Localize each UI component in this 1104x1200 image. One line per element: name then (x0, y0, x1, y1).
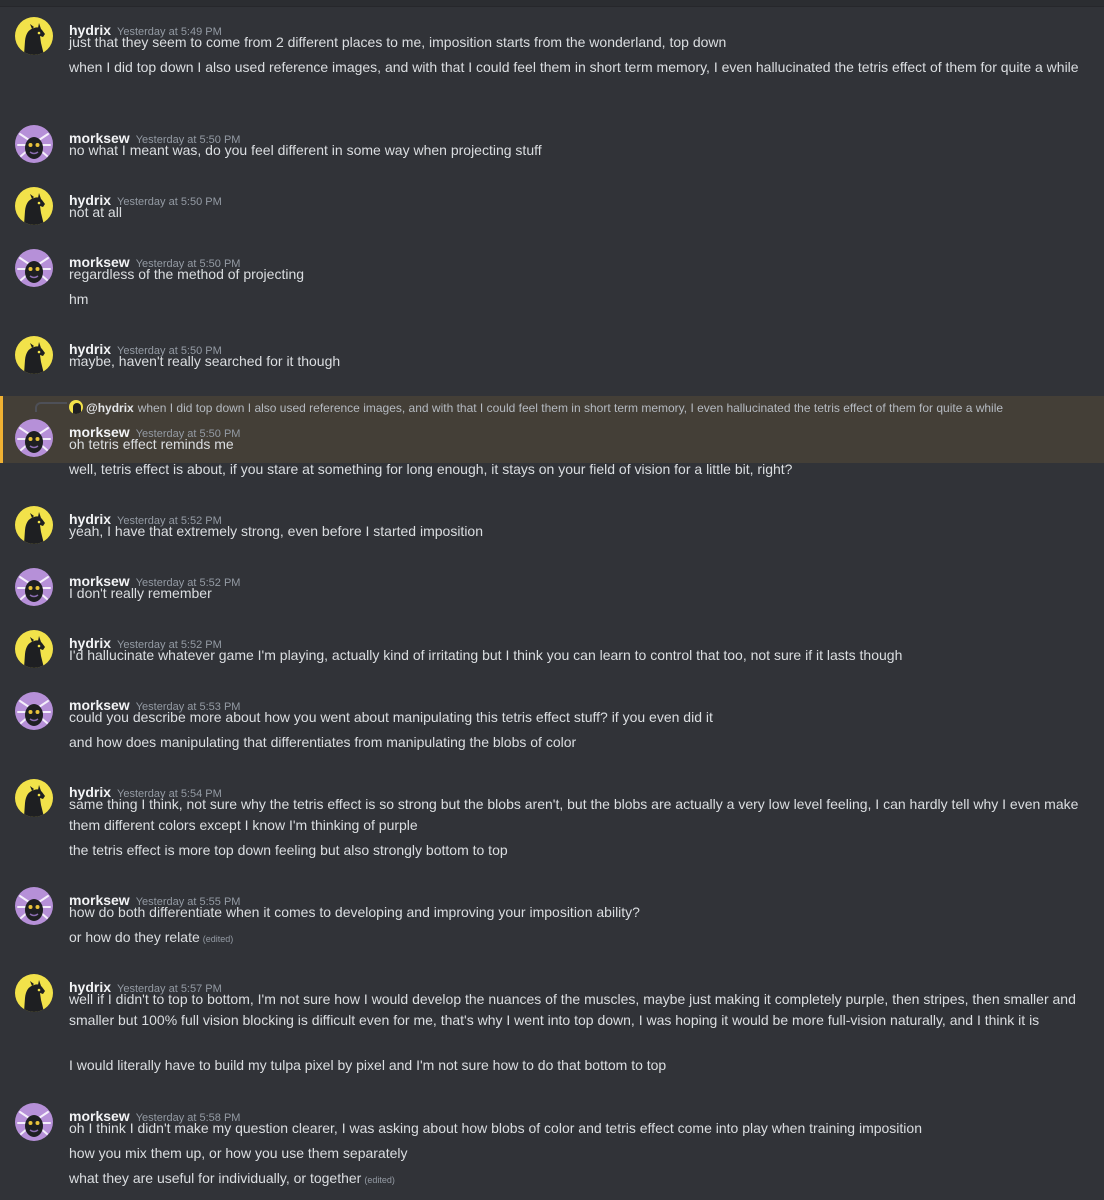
message-text: how do both differentiate when it comes … (69, 904, 640, 920)
morksew-avatar-icon[interactable] (15, 419, 53, 457)
message-text: well, tetris effect is about, if you sta… (69, 461, 793, 477)
message-text: well if I didn't to top to bottom, I'm n… (69, 991, 1076, 1028)
message-content: I don't really remember (69, 583, 1091, 604)
message-text: just that they seem to come from 2 diffe… (69, 34, 727, 50)
reply-text: when I did top down I also used referenc… (137, 401, 1004, 415)
message-content: well, tetris effect is about, if you sta… (69, 459, 1091, 480)
message-content: oh tetris effect reminds me (69, 434, 1091, 455)
message-text: no what I meant was, do you feel differe… (69, 142, 542, 158)
message-content: oh I think I didn't make my question cle… (69, 1118, 1091, 1139)
message-content: what they are useful for individually, o… (69, 1168, 1091, 1191)
message-text: what they are useful for individually, o… (69, 1170, 362, 1186)
message-text: how you mix them up, or how you use them… (69, 1145, 408, 1161)
message-content: maybe, haven't really searched for it th… (69, 351, 1091, 372)
message-text: same thing I think, not sure why the tet… (69, 796, 1079, 833)
message-text: or how do they relate (69, 929, 200, 945)
message-content: hm (69, 289, 1091, 310)
message-content: when I did top down I also used referenc… (69, 57, 1091, 78)
message-text: and how does manipulating that different… (69, 734, 577, 750)
morksew-avatar-icon[interactable] (15, 1103, 53, 1141)
message-text: the tetris effect is more top down feeli… (69, 842, 508, 858)
reply-spine (35, 402, 67, 412)
message-content: yeah, I have that extremely strong, even… (69, 521, 1091, 542)
message-content: or how do they relate (edited) (69, 927, 1091, 950)
message-text: oh I think I didn't make my question cle… (69, 1120, 922, 1136)
morksew-avatar-icon[interactable] (15, 568, 53, 606)
message-content: I'd hallucinate whatever game I'm playin… (69, 645, 1091, 666)
morksew-avatar-icon[interactable] (15, 887, 53, 925)
message-text: maybe, haven't really searched for it th… (69, 353, 341, 369)
message-text: I don't really remember (69, 585, 212, 601)
message-content: no what I meant was, do you feel differe… (69, 140, 1091, 161)
mention-highlight-bar (0, 396, 3, 463)
message-text: regardless of the method of projecting (69, 266, 305, 282)
reply-preview[interactable]: @hydrix when I did top down I also used r… (69, 400, 1003, 416)
message-text: I'd hallucinate whatever game I'm playin… (69, 647, 903, 663)
reply-avatar-icon (69, 400, 83, 414)
reply-mention[interactable]: @hydrix (86, 401, 134, 415)
message-text: yeah, I have that extremely strong, even… (69, 523, 483, 539)
morksew-avatar-icon[interactable] (15, 249, 53, 287)
message-text: hm (69, 291, 89, 307)
edited-label: (edited) (364, 1175, 395, 1185)
hydrix-avatar-icon[interactable] (15, 974, 53, 1012)
message-content: and how does manipulating that different… (69, 732, 1091, 753)
message-text: could you describe more about how you we… (69, 709, 713, 725)
morksew-avatar-icon[interactable] (15, 692, 53, 730)
message-content: I would literally have to build my tulpa… (69, 1055, 1091, 1076)
edited-label: (edited) (202, 934, 234, 944)
hydrix-avatar-icon[interactable] (15, 779, 53, 817)
hydrix-avatar-icon[interactable] (15, 506, 53, 544)
hydrix-avatar-icon[interactable] (15, 336, 53, 374)
message-text: oh tetris effect reminds me (69, 436, 234, 452)
message-content: just that they seem to come from 2 diffe… (69, 32, 1091, 53)
message-content: how do both differentiate when it comes … (69, 902, 1091, 923)
message-content: not at all (69, 202, 1091, 223)
hydrix-avatar-icon[interactable] (15, 630, 53, 668)
message-content: same thing I think, not sure why the tet… (69, 794, 1091, 836)
message-content: regardless of the method of projecting (69, 264, 1091, 285)
message-text: not at all (69, 204, 122, 220)
message-content: how you mix them up, or how you use them… (69, 1143, 1091, 1164)
top-divider (0, 0, 1104, 7)
message-content: well if I didn't to top to bottom, I'm n… (69, 989, 1091, 1031)
message-content: the tetris effect is more top down feeli… (69, 840, 1091, 861)
hydrix-avatar-icon[interactable] (15, 187, 53, 225)
message-text: I would literally have to build my tulpa… (69, 1057, 667, 1073)
hydrix-avatar-icon[interactable] (15, 17, 53, 55)
message-text: when I did top down I also used referenc… (69, 59, 1079, 75)
morksew-avatar-icon[interactable] (15, 125, 53, 163)
message-content: could you describe more about how you we… (69, 707, 1091, 728)
